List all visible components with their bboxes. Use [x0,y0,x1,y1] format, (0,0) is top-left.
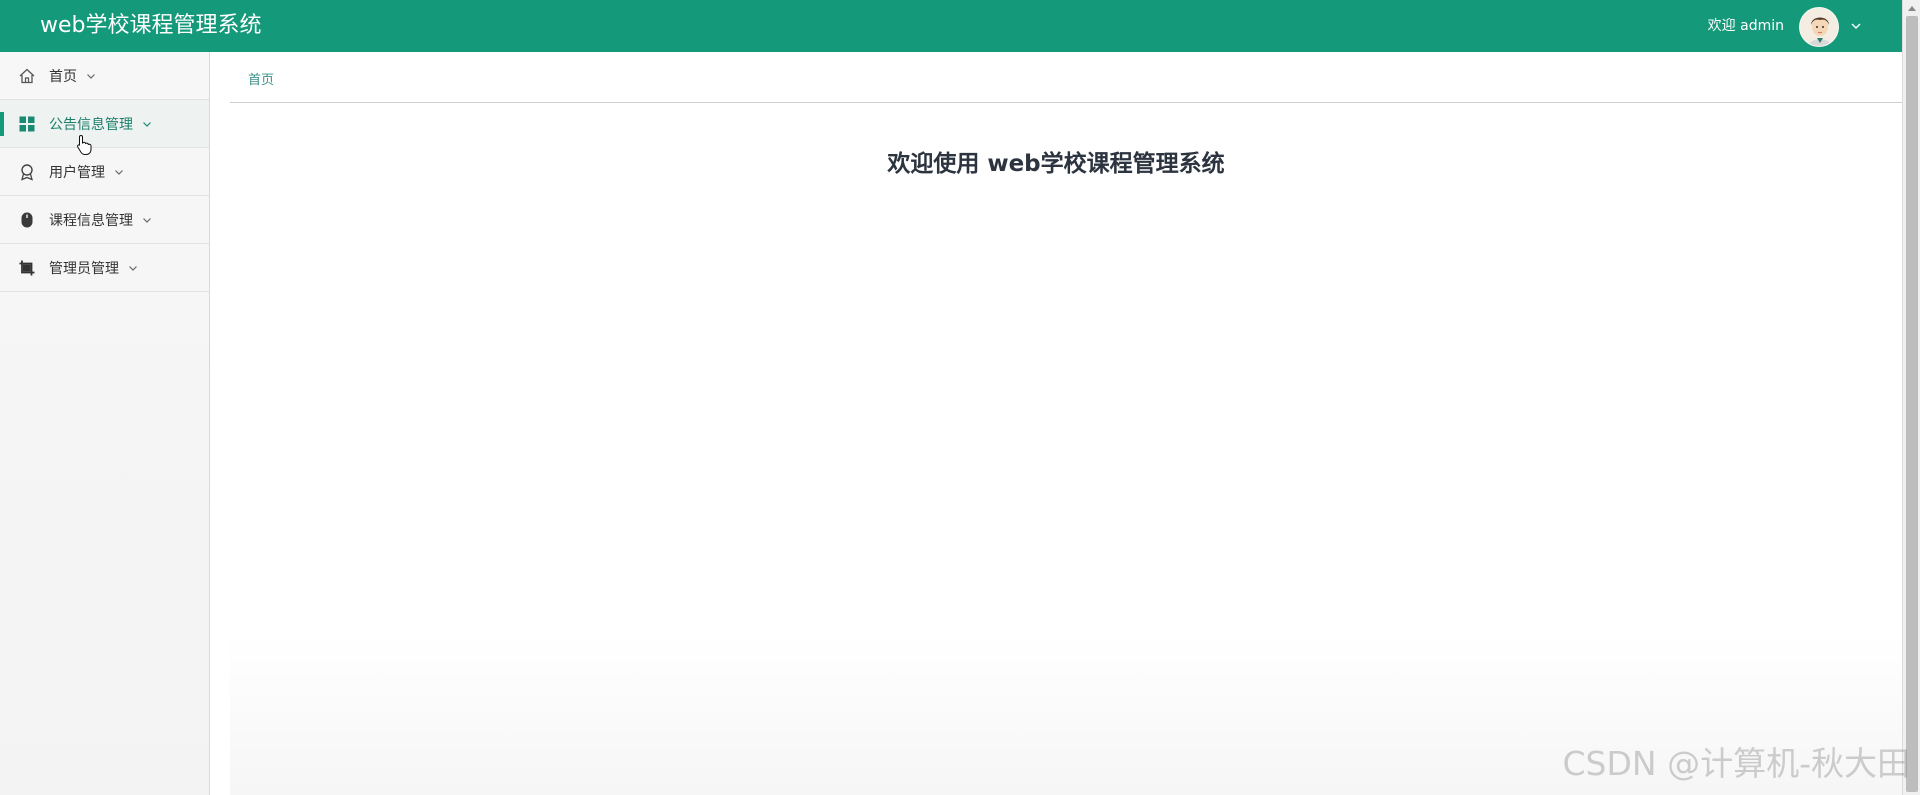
sidebar-item-label: 课程信息管理 [49,212,133,229]
scroll-up-arrow-icon[interactable] [1907,4,1917,12]
chevron-down-icon [87,73,95,79]
scrollbar-thumb[interactable] [1906,16,1918,792]
breadcrumb: 首页 [230,52,1902,103]
vertical-scrollbar[interactable] [1902,0,1920,795]
app-title: web学校课程管理系统 [40,13,262,38]
top-navbar: web学校课程管理系统 欢迎 admin [0,0,1920,52]
sidebar-item-label: 公告信息管理 [49,116,133,133]
grid-icon [19,116,35,131]
mouse-icon [21,212,33,227]
sidebar-item-label: 首页 [49,68,77,85]
sidebar-item-user-management[interactable]: 用户管理 [0,148,209,196]
sidebar-item-home[interactable]: 首页 [0,52,209,100]
sidebar-item-label: 用户管理 [49,164,105,181]
welcome-heading: 欢迎使用 web学校课程管理系统 [887,151,1225,177]
sidebar-item-course-management[interactable]: 课程信息管理 [0,196,209,244]
hand-pointer-icon [77,134,92,155]
chevron-down-icon[interactable] [1848,18,1864,34]
chevron-down-icon [143,121,151,127]
user-avatar-icon[interactable] [1799,7,1839,47]
home-icon [19,68,35,83]
welcome-user-text: 欢迎 admin [1707,18,1784,34]
breadcrumb-item-home[interactable]: 首页 [248,52,274,103]
chevron-down-icon [115,169,123,175]
sidebar: 首页 公告信息管理 用户管理 课程信息管理 管理员管理 [0,52,210,795]
sidebar-item-admin-management[interactable]: 管理员管理 [0,244,209,292]
watermark: CSDN @计算机-秋大田 [1562,744,1910,783]
sidebar-item-notice-management[interactable]: 公告信息管理 [0,100,209,148]
award-icon [21,163,33,181]
sidebar-item-label: 管理员管理 [49,260,119,277]
chevron-down-icon [143,217,151,223]
main-content: 首页 欢迎使用 web学校课程管理系统 [230,52,1902,795]
crop-icon [19,260,35,275]
chevron-down-icon [129,265,137,271]
